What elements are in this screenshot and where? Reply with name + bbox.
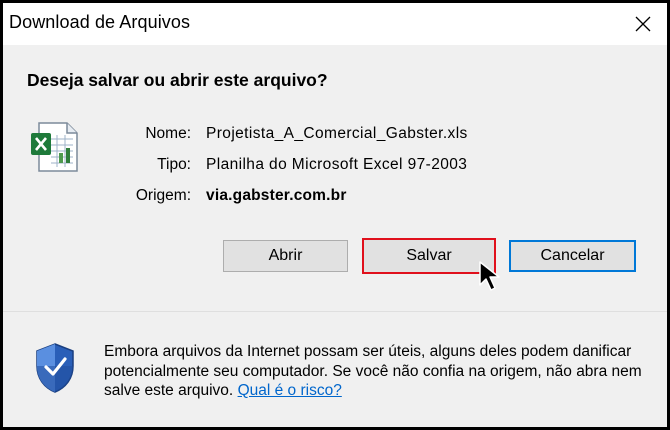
window-title: Download de Arquivos bbox=[9, 12, 191, 32]
download-dialog: Download de Arquivos Deseja salvar ou ab… bbox=[0, 0, 670, 430]
security-warning-text: Embora arquivos da Internet possam ser ú… bbox=[104, 342, 644, 401]
risk-link[interactable]: Qual é o risco? bbox=[238, 382, 342, 399]
warning-message: Embora arquivos da Internet possam ser ú… bbox=[104, 343, 642, 399]
security-warning-panel: Embora arquivos da Internet possam ser ú… bbox=[3, 312, 667, 427]
file-name-value: Projetista_A_Comercial_Gabster.xls bbox=[206, 125, 468, 142]
file-origin-value: via.gabster.com.br bbox=[206, 187, 347, 204]
dialog-content: Deseja salvar ou abrir este arquivo? Nom… bbox=[3, 45, 667, 311]
cancel-button[interactable]: Cancelar bbox=[509, 240, 636, 272]
save-button[interactable]: Salvar bbox=[362, 238, 496, 274]
name-label: Nome: bbox=[145, 125, 191, 142]
security-shield-icon bbox=[36, 343, 74, 393]
close-button[interactable] bbox=[623, 9, 663, 39]
file-type-value: Planilha do Microsoft Excel 97-2003 bbox=[206, 156, 468, 173]
title-bar[interactable]: Download de Arquivos bbox=[3, 3, 667, 45]
close-icon bbox=[635, 16, 651, 32]
mouse-cursor-icon bbox=[479, 261, 500, 291]
origin-label: Origem: bbox=[135, 187, 191, 204]
type-label: Tipo: bbox=[157, 156, 191, 173]
dialog-question: Deseja salvar ou abrir este arquivo? bbox=[27, 70, 328, 90]
open-button[interactable]: Abrir bbox=[223, 240, 348, 272]
excel-file-icon bbox=[31, 122, 78, 172]
